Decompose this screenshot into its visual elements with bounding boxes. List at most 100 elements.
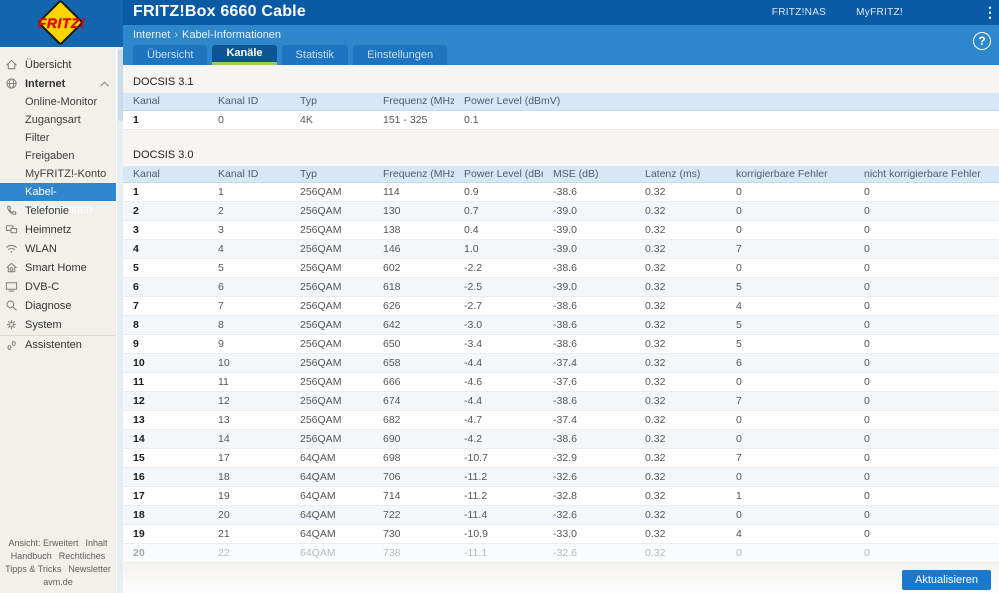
footer-link-inhalt[interactable]: Inhalt [86,538,108,548]
tab-kan-le[interactable]: Kanäle [212,45,277,65]
cell: -38.6 [543,296,635,316]
table-row: 13 13 256QAM 682 -4.7 -37.4 0.32 0 0 [123,410,999,430]
table-row: 7 7 256QAM 626 -2.7 -38.6 0.32 4 0 [123,296,999,316]
cell: 0 [726,372,854,392]
footer-link-newsletter[interactable]: Newsletter [68,564,111,574]
cell: 0 [854,391,999,411]
kebab-menu-icon[interactable]: ⋮ [983,3,997,21]
cell: 13 [208,410,290,430]
footer-link-avm-de[interactable]: avm.de [43,577,73,587]
cell: -38.6 [543,182,635,202]
cell: 19 [123,524,208,544]
cell: 8 [208,315,290,335]
sidebar-item-label: Telefonie [25,204,70,217]
sidebar-subitem-myfritz-konto[interactable]: MyFRITZ!-Konto [0,165,116,183]
help-icon[interactable]: ? [973,32,991,50]
sidebar-subitem-online-monitor[interactable]: Online-Monitor [0,93,116,111]
sidebar-item-smart-home[interactable]: Smart Home [0,258,116,277]
globe-icon [5,77,22,91]
sidebar-item-assistenten[interactable]: Assistenten [0,335,116,354]
top-bar: FRITZ!Box 6660 Cable FRITZ!NAS MyFRITZ! … [123,0,999,25]
footer-link-tipps-tricks[interactable]: Tipps & Tricks [5,564,61,574]
section-docsis-3-1: DOCSIS 3.1 Kanal Kanal ID Typ Frequenz (MHz)… [123,69,999,130]
sidebar-subitem-freigaben[interactable]: Freigaben [0,147,116,165]
sidebar-subitem-filter[interactable]: Filter [0,129,116,147]
cell: 9 [123,334,208,354]
column-header: Typ [290,165,373,183]
sidebar-item-diagnose[interactable]: Diagnose [0,296,116,315]
cell: -2.5 [454,277,543,297]
cell: 0.32 [635,334,726,354]
footer-link-ansicht-erweitert[interactable]: Ansicht: Erweitert [8,538,78,548]
scrollbar[interactable] [116,47,123,593]
tab-bersicht[interactable]: Übersicht [133,45,208,65]
fritz-logo[interactable]: FRITZ! [0,0,123,47]
fritznas-link[interactable]: FRITZ!NAS [772,7,826,18]
cell: 1 [123,110,208,130]
cell: 0 [726,505,854,525]
sidebar-subitem-kabel-informationen[interactable]: Kabel-Informationen [0,183,116,216]
cell: 114 [373,182,454,202]
fritzbox-ui: FRITZ! FRITZ!Box 6660 Cable FRITZ!NAS My… [0,0,999,593]
cell: 18 [208,467,290,487]
fritz-logo-text: FRITZ! [37,15,86,31]
channel-table: Kanal Kanal ID Typ Frequenz (MHz) Power Leve… [123,93,999,130]
footer-link-rechtliches[interactable]: Rechtliches [59,551,106,561]
breadcrumb: Internet › Kabel-Informationen [133,29,281,41]
column-header: MSE (dB) [543,165,635,183]
sidebar-item-system[interactable]: System [0,315,116,334]
tab-einstellungen[interactable]: Einstellungen [353,45,448,65]
cell: 0 [854,296,999,316]
breadcrumb-current: Kabel-Informationen [181,29,282,41]
cell: 650 [373,334,454,354]
sidebar-item-bersicht[interactable]: Übersicht [0,55,116,74]
cell: 4 [726,296,854,316]
cell: 0 [854,220,999,240]
cell: 7 [726,448,854,468]
sidebar-item-wlan[interactable]: WLAN [0,239,116,258]
myfritz-link[interactable]: MyFRITZ! [856,7,903,18]
cell: 1 [208,182,290,202]
cell: -39.0 [543,277,635,297]
cell: 64QAM [290,467,373,487]
cell: -39.0 [543,239,635,259]
table-row: 17 19 64QAM 714 -11.2 -32.8 0.32 1 0 [123,486,999,506]
cell: 256QAM [290,334,373,354]
column-header: Latenz (ms) [635,165,726,183]
sections-container: DOCSIS 3.1 Kanal Kanal ID Typ Frequenz (MHz)… [123,69,999,563]
cell: 256QAM [290,353,373,373]
cell: 0.32 [635,296,726,316]
cell: 8 [123,315,208,335]
sidebar-subitem-zugangsart[interactable]: Zugangsart [0,111,116,129]
cell: -32.6 [543,505,635,525]
cell: 64QAM [290,448,373,468]
chevron-up-icon[interactable] [98,78,109,89]
wifi-icon [5,242,22,256]
cell: 6 [123,277,208,297]
phone-icon [5,204,22,218]
table-row: 6 6 256QAM 618 -2.5 -39.0 0.32 5 0 [123,277,999,297]
cell: -38.6 [543,334,635,354]
cell: 0.32 [635,372,726,392]
cell: 5 [123,258,208,278]
cell: 0 [726,467,854,487]
cell: 64QAM [290,543,373,563]
section-title: DOCSIS 3.1 [133,76,194,88]
refresh-button[interactable]: Aktualisieren [902,570,991,590]
footer-link-handbuch[interactable]: Handbuch [11,551,52,561]
cell: 0 [854,467,999,487]
table-row: 11 11 256QAM 666 -4.6 -37.6 0.32 0 0 [123,372,999,392]
cell: 22 [208,543,290,563]
cell: 256QAM [290,201,373,221]
tab-statistik[interactable]: Statistik [281,45,349,65]
cell: 256QAM [290,391,373,411]
breadcrumb-internet[interactable]: Internet [133,29,170,41]
sidebar-item-internet[interactable]: Internet [0,74,116,93]
sidebar-item-telefonie[interactable]: Telefonie [0,201,116,220]
banner: Internet › Kabel-Informationen Übersicht Ka… [123,25,999,65]
cell: 0 [854,429,999,449]
column-header: Kanal [123,165,208,183]
cell: 20 [123,543,208,563]
sidebar-item-dvb-c[interactable]: DVB-C [0,277,116,296]
sidebar-item-heimnetz[interactable]: Heimnetz [0,220,116,239]
